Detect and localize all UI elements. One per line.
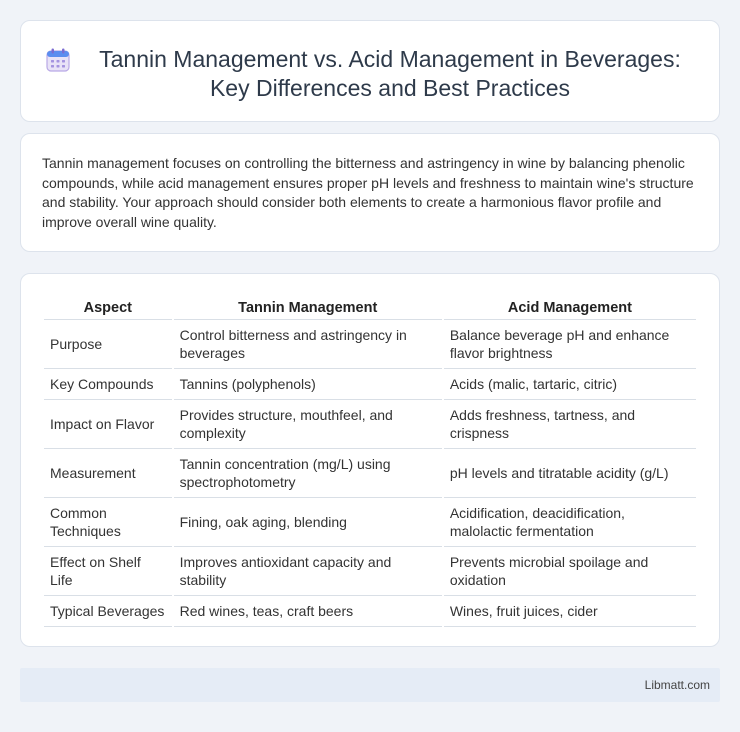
title-wrap: Tannin Management vs. Acid Management in… <box>45 45 699 103</box>
cell-tannin: Provides structure, mouthfeel, and compl… <box>173 400 442 449</box>
cell-acid: Prevents microbial spoilage and oxidatio… <box>443 547 696 596</box>
table-header-row: Aspect Tannin Management Acid Management <box>44 296 696 320</box>
column-header-aspect: Aspect <box>44 296 172 320</box>
cell-aspect: Purpose <box>44 320 172 369</box>
cell-acid: Adds freshness, tartness, and crispness <box>443 400 696 449</box>
cell-acid: Acidification, deacidification, malolact… <box>443 498 696 547</box>
cell-aspect: Typical Beverages <box>44 596 172 627</box>
cell-aspect: Common Techniques <box>44 498 172 547</box>
cell-tannin: Fining, oak aging, blending <box>173 498 442 547</box>
page-title: Tannin Management vs. Acid Management in… <box>99 46 681 101</box>
table-row: Typical Beverages Red wines, teas, craft… <box>44 596 696 627</box>
intro-card: Tannin management focuses on controlling… <box>20 133 720 252</box>
calendar-icon <box>46 48 70 72</box>
column-header-tannin: Tannin Management <box>173 296 442 320</box>
table-row: Common Techniques Fining, oak aging, ble… <box>44 498 696 547</box>
table-row: Purpose Control bitterness and astringen… <box>44 320 696 369</box>
cell-aspect: Impact on Flavor <box>44 400 172 449</box>
cell-tannin: Red wines, teas, craft beers <box>173 596 442 627</box>
cell-acid: Acids (malic, tartaric, citric) <box>443 369 696 400</box>
cell-acid: pH levels and titratable acidity (g/L) <box>443 449 696 498</box>
table-row: Measurement Tannin concentration (mg/L) … <box>44 449 696 498</box>
title-card: Tannin Management vs. Acid Management in… <box>20 20 720 122</box>
cell-tannin: Tannin concentration (mg/L) using spectr… <box>173 449 442 498</box>
cell-tannin: Control bitterness and astringency in be… <box>173 320 442 369</box>
cell-aspect: Effect on Shelf Life <box>44 547 172 596</box>
cell-acid: Wines, fruit juices, cider <box>443 596 696 627</box>
comparison-table: Aspect Tannin Management Acid Management… <box>42 296 698 627</box>
table-row: Key Compounds Tannins (polyphenols) Acid… <box>44 369 696 400</box>
cell-aspect: Key Compounds <box>44 369 172 400</box>
intro-paragraph: Tannin management focuses on controlling… <box>42 155 694 230</box>
cell-acid: Balance beverage pH and enhance flavor b… <box>443 320 696 369</box>
footer-brand[interactable]: Libmatt.com <box>645 678 710 692</box>
comparison-card: Aspect Tannin Management Acid Management… <box>20 273 720 647</box>
cell-aspect: Measurement <box>44 449 172 498</box>
cell-tannin: Improves antioxidant capacity and stabil… <box>173 547 442 596</box>
table-row: Effect on Shelf Life Improves antioxidan… <box>44 547 696 596</box>
footer-bar: Libmatt.com <box>20 668 720 702</box>
cell-tannin: Tannins (polyphenols) <box>173 369 442 400</box>
column-header-acid: Acid Management <box>443 296 696 320</box>
table-row: Impact on Flavor Provides structure, mou… <box>44 400 696 449</box>
